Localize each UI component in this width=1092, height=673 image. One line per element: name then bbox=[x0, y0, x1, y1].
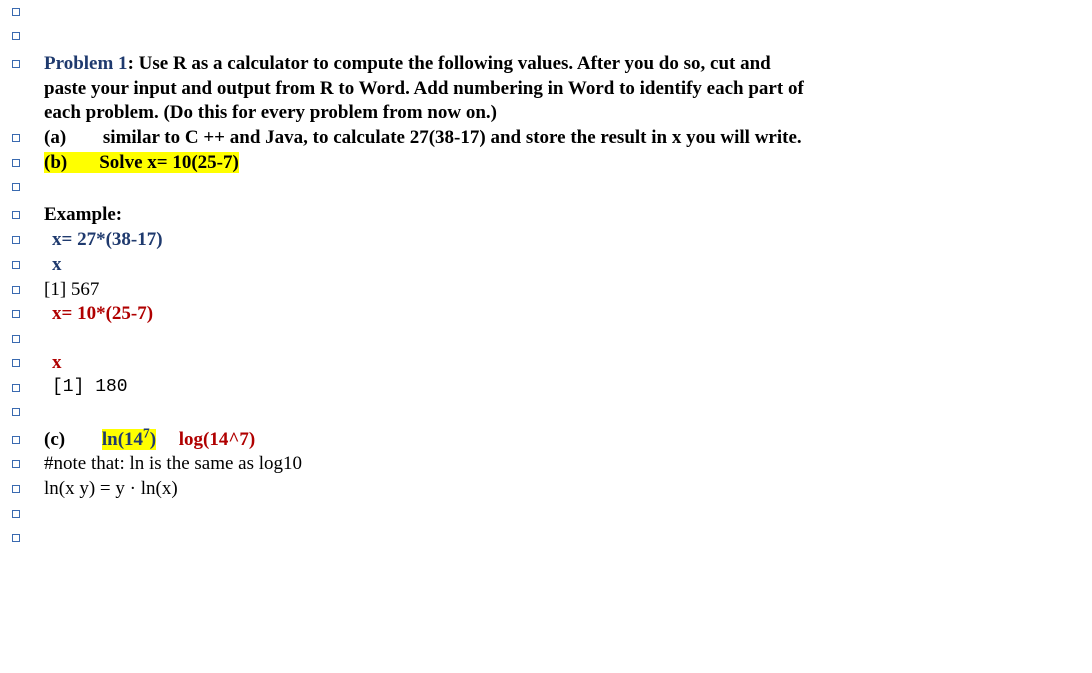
bullet-icon bbox=[12, 236, 20, 244]
example-line-3: [1] 567 bbox=[12, 278, 1092, 303]
note-2: ln(x y) = y · ln(x) bbox=[44, 477, 804, 502]
part-a-label: (a) bbox=[44, 127, 66, 148]
problem-label: Problem 1 bbox=[44, 53, 128, 74]
blank-line bbox=[12, 502, 1092, 526]
example-line-4: x= 10*(25-7) bbox=[12, 302, 1092, 327]
example-header: Example: bbox=[12, 203, 1092, 228]
example-output-2: [1] 180 bbox=[44, 376, 804, 399]
example-line-1: x= 27*(38-17) bbox=[12, 228, 1092, 253]
example-input-1: x= 27*(38-17) bbox=[44, 228, 804, 253]
example-output-1: [1] 567 bbox=[44, 278, 804, 303]
bullet-icon bbox=[12, 384, 20, 392]
bullet-icon bbox=[12, 32, 20, 40]
example-line-6: [1] 180 bbox=[12, 376, 1092, 400]
example-input-4: x bbox=[44, 351, 804, 376]
part-c-ln: ln(147) bbox=[102, 429, 156, 450]
blank-line bbox=[12, 0, 1092, 24]
blank-line bbox=[12, 24, 1092, 48]
part-c: (c) ln(147) log(14^7) bbox=[12, 428, 1092, 453]
bullet-icon bbox=[12, 261, 20, 269]
blank-line bbox=[12, 526, 1092, 550]
example-line-2: x bbox=[12, 253, 1092, 278]
part-a: (a) similar to C ++ and Java, to calcula… bbox=[12, 126, 1092, 151]
part-b-text: Solve x= 10(25-7) bbox=[99, 152, 239, 173]
blank-line bbox=[12, 175, 1092, 199]
bullet-icon bbox=[12, 359, 20, 367]
example-header-text: Example: bbox=[44, 203, 804, 228]
blank-line bbox=[12, 400, 1092, 424]
note-line-1: #note that: ln is the same as log10 bbox=[12, 452, 1092, 477]
bullet-icon bbox=[12, 534, 20, 542]
part-b-label: (b) bbox=[44, 152, 67, 173]
bullet-icon bbox=[12, 460, 20, 468]
example-input-2: x bbox=[44, 253, 804, 278]
part-a-text: similar to C ++ and Java, to calculate 2… bbox=[103, 127, 802, 148]
bullet-icon bbox=[12, 211, 20, 219]
bullet-icon bbox=[12, 436, 20, 444]
bullet-icon bbox=[12, 335, 20, 343]
example-input-3: x= 10*(25-7) bbox=[44, 302, 804, 327]
example-line-5: x bbox=[12, 351, 1092, 376]
blank-line bbox=[12, 327, 1092, 351]
bullet-icon bbox=[12, 485, 20, 493]
bullet-icon bbox=[12, 8, 20, 16]
note-line-2: ln(x y) = y · ln(x) bbox=[12, 477, 1092, 502]
part-c-log: log(14^7) bbox=[179, 429, 255, 450]
bullet-icon bbox=[12, 159, 20, 167]
part-b: (b) Solve x= 10(25-7) bbox=[12, 151, 1092, 176]
problem-statement: Problem 1: Use R as a calculator to comp… bbox=[12, 52, 1092, 126]
bullet-icon bbox=[12, 408, 20, 416]
bullet-icon bbox=[12, 310, 20, 318]
part-c-label: (c) bbox=[44, 429, 65, 450]
bullet-icon bbox=[12, 510, 20, 518]
bullet-icon bbox=[12, 286, 20, 294]
bullet-icon bbox=[12, 183, 20, 191]
bullet-icon bbox=[12, 134, 20, 142]
bullet-icon bbox=[12, 60, 20, 68]
note-1: #note that: ln is the same as log10 bbox=[44, 452, 804, 477]
problem-text: : Use R as a calculator to compute the f… bbox=[44, 53, 804, 123]
